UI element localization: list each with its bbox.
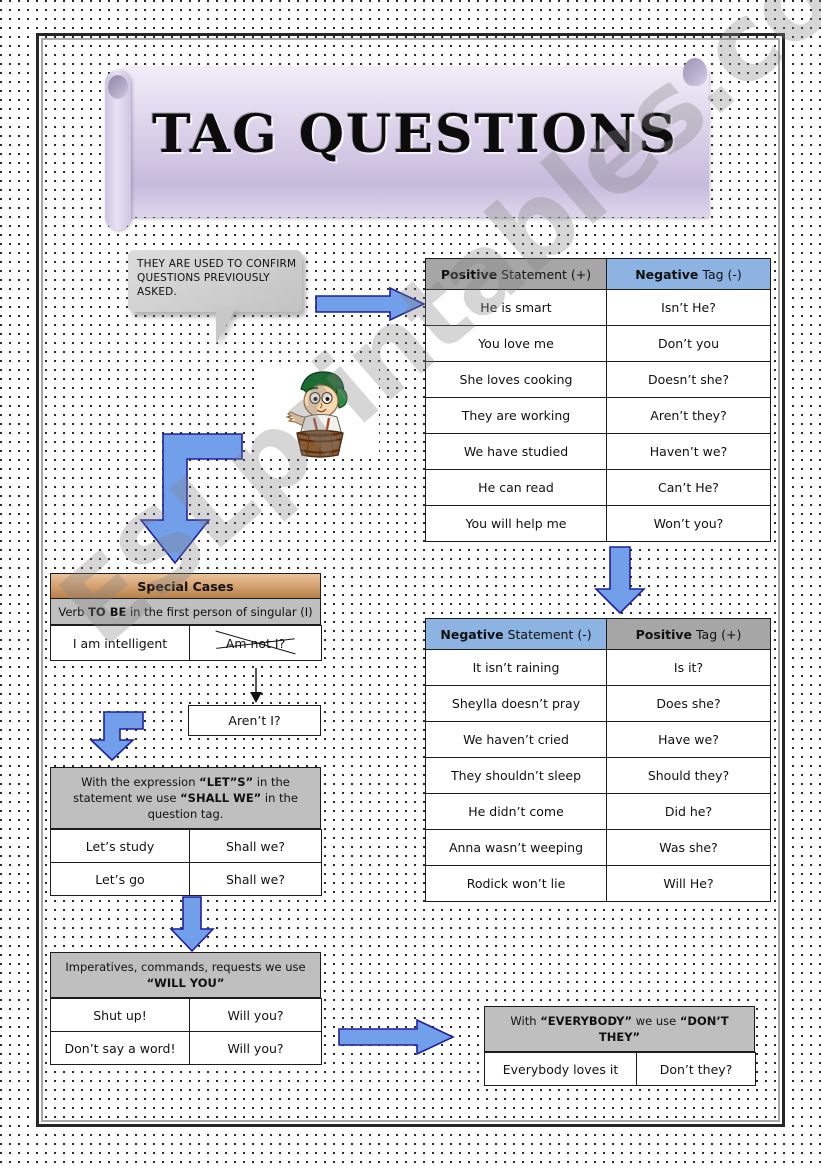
cell-statement: Rodick won’t lie <box>425 865 607 902</box>
table-header-row: Positive Statement (+) Negative Tag (-) <box>425 258 771 290</box>
imperatives-block-note: Imperatives, commands, requests we use “… <box>50 952 321 998</box>
table-row: Don’t say a word! Will you? <box>50 1031 322 1065</box>
boy-in-barrel-pointing-clipart <box>257 363 379 458</box>
table-row: Let’s study Shall we? <box>50 829 322 863</box>
imperatives-will-you-block: Imperatives, commands, requests we use “… <box>50 952 322 1065</box>
table-row: Shut up! Will you? <box>50 998 322 1032</box>
cell-statement: Don’t say a word! <box>50 1031 190 1065</box>
lets-block-table: Let’s study Shall we? Let’s go Shall we? <box>50 829 322 896</box>
special-cases-table: I am intelligent Am not I? <box>50 625 322 661</box>
table-row: It isn’t raining Is it? <box>425 649 771 686</box>
cell-statement: They shouldn’t sleep <box>425 757 607 794</box>
lets-block-note: With the expression “LET”S” in the state… <box>50 767 321 829</box>
cell-tag: Did he? <box>606 793 771 830</box>
corrected-tag-box: Aren’t I? <box>188 705 321 736</box>
cell-tag: Isn’t He? <box>606 289 771 326</box>
cell-tag: Shall we? <box>189 862 322 896</box>
table-row: I am intelligent Am not I? <box>50 625 322 661</box>
cell-tag: Was she? <box>606 829 771 866</box>
cell-tag: Shall we? <box>189 829 322 863</box>
table-row: Sheylla doesn’t pray Does she? <box>425 685 771 722</box>
arrow-elbow-down-to-special-cases <box>137 432 247 567</box>
cell-tag: Can’t He? <box>606 469 771 506</box>
cell-tag: Aren’t they? <box>606 397 771 434</box>
arrow-down-to-negative-table <box>592 545 648 615</box>
cell-statement: They are working <box>425 397 607 434</box>
arrow-thin-down-to-arent-i <box>246 668 266 709</box>
table-negative-statement: Negative Statement (-) Positive Tag (+) … <box>425 618 771 902</box>
special-cases-title: Special Cases <box>50 573 321 599</box>
column-header-positive-tag: Positive Tag (+) <box>606 618 771 650</box>
intro-speech-bubble-text: THEY ARE USED TO CONFIRM QUESTIONS PREVI… <box>137 258 297 298</box>
cell-tag: Don’t they? <box>636 1052 756 1086</box>
banner-curl-left-knob <box>108 75 128 99</box>
cell-tag: Will you? <box>189 1031 322 1065</box>
cell-tag: Will He? <box>606 865 771 902</box>
arrow-right-to-everybody-block <box>337 1018 455 1056</box>
arrow-down-to-imperatives-block <box>168 895 218 953</box>
table-row: He is smart Isn’t He? <box>425 289 771 326</box>
cell-tag: Won’t you? <box>606 505 771 542</box>
table-positive-statement: Positive Statement (+) Negative Tag (-) … <box>425 258 771 542</box>
cell-statement: I am intelligent <box>50 625 190 661</box>
table-row: Let’s go Shall we? <box>50 862 322 896</box>
table-row: She loves cooking Doesn’t she? <box>425 361 771 398</box>
everybody-block-table: Everybody loves it Don’t they? <box>484 1052 756 1086</box>
speech-bubble-tail <box>216 308 254 344</box>
cell-tag: Does she? <box>606 685 771 722</box>
intro-speech-bubble: THEY ARE USED TO CONFIRM QUESTIONS PREVI… <box>128 250 302 344</box>
column-header-negative-statement: Negative Statement (-) <box>425 618 607 650</box>
cell-statement: Sheylla doesn’t pray <box>425 685 607 722</box>
table-row: They shouldn’t sleep Should they? <box>425 757 771 794</box>
cell-statement: You love me <box>425 325 607 362</box>
cell-statement: Anna wasn’t weeping <box>425 829 607 866</box>
cell-statement: She loves cooking <box>425 361 607 398</box>
table-row: They are working Aren’t they? <box>425 397 771 434</box>
cell-tag: Don’t you <box>606 325 771 362</box>
lets-shall-we-block: With the expression “LET”S” in the state… <box>50 767 322 896</box>
table-row: He didn’t come Did he? <box>425 793 771 830</box>
table-row: You will help me Won’t you? <box>425 505 771 542</box>
table-row: You love me Don’t you <box>425 325 771 362</box>
arrow-right-to-positive-table <box>314 286 426 322</box>
table-row: We have studied Haven’t we? <box>425 433 771 470</box>
arrow-elbow-down-to-lets-block <box>85 710 147 762</box>
banner-curl-right <box>683 58 707 86</box>
table-row: Everybody loves it Don’t they? <box>484 1052 756 1086</box>
cell-tag-incorrect: Am not I? <box>189 625 322 661</box>
special-cases-block: Special Cases Verb TO BE in the first pe… <box>50 573 322 661</box>
cell-statement: It isn’t raining <box>425 649 607 686</box>
cell-statement: We haven’t cried <box>425 721 607 758</box>
table-row: He can read Can’t He? <box>425 469 771 506</box>
cell-tag: Haven’t we? <box>606 433 771 470</box>
table-row: Rodick won’t lie Will He? <box>425 865 771 902</box>
cell-tag: Will you? <box>189 998 322 1032</box>
imperatives-block-table: Shut up! Will you? Don’t say a word! Will … <box>50 998 322 1065</box>
page-title: TAG QUESTIONS <box>152 104 678 165</box>
cell-statement: Let’s study <box>50 829 190 863</box>
table-row: Anna wasn’t weeping Was she? <box>425 829 771 866</box>
struck-through-tag: Am not I? <box>225 635 286 651</box>
cell-statement: We have studied <box>425 433 607 470</box>
cell-statement: You will help me <box>425 505 607 542</box>
cell-statement: Let’s go <box>50 862 190 896</box>
table-header-row: Negative Statement (-) Positive Tag (+) <box>425 618 771 650</box>
cell-statement: He didn’t come <box>425 793 607 830</box>
column-header-positive-statement: Positive Statement (+) <box>425 258 607 290</box>
column-header-negative-tag: Negative Tag (-) <box>606 258 771 290</box>
cell-tag: Is it? <box>606 649 771 686</box>
title-banner: TAG QUESTIONS <box>105 58 709 230</box>
cell-tag: Should they? <box>606 757 771 794</box>
cell-tag: Have we? <box>606 721 771 758</box>
cell-tag: Doesn’t she? <box>606 361 771 398</box>
cell-statement: Shut up! <box>50 998 190 1032</box>
table-row: We haven’t cried Have we? <box>425 721 771 758</box>
banner-curl-left <box>105 70 131 230</box>
cell-statement: He is smart <box>425 289 607 326</box>
special-cases-subtitle: Verb TO BE in the first person of singul… <box>50 599 321 625</box>
everybody-block-note: With “EVERYBODY” we use “DON’T THEY” <box>484 1006 755 1052</box>
everybody-dont-they-block: With “EVERYBODY” we use “DON’T THEY” Eve… <box>484 1006 756 1086</box>
cell-statement: Everybody loves it <box>484 1052 637 1086</box>
cell-statement: He can read <box>425 469 607 506</box>
